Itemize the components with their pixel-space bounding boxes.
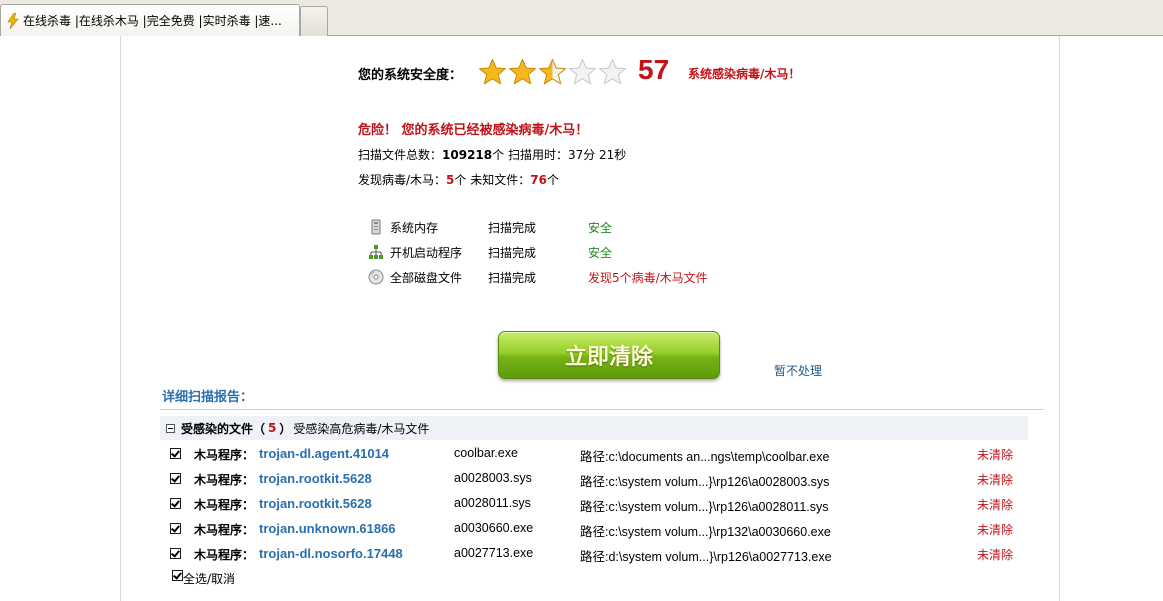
safety-star-rating bbox=[478, 58, 627, 87]
lightning-icon bbox=[7, 12, 19, 29]
content-border-left bbox=[120, 36, 121, 601]
row-checkbox[interactable] bbox=[170, 548, 181, 559]
threat-name[interactable]: trojan-dl.agent.41014 bbox=[259, 446, 389, 461]
scan-item-startup: 开机启动程序 扫描完成 安全 bbox=[368, 242, 788, 262]
scan-item-memory: 系统内存 扫描完成 安全 bbox=[368, 217, 788, 237]
scan-item-name: 开机启动程序 bbox=[390, 245, 463, 260]
threat-label: 木马程序： bbox=[194, 523, 255, 537]
threat-file: a0028003.sys bbox=[454, 471, 532, 485]
startup-icon bbox=[369, 245, 383, 259]
star-icon-empty bbox=[569, 59, 596, 85]
tab-title: 在线杀毒 |在线杀木马 |完全免费 |实时杀毒 |速... bbox=[23, 14, 282, 28]
select-all-checkbox[interactable] bbox=[172, 570, 183, 581]
scan-total-label: 扫描文件总数： bbox=[358, 148, 443, 162]
threat-status: 未清除 bbox=[977, 548, 1014, 562]
content-border-right bbox=[1059, 36, 1060, 601]
threat-file: coolbar.exe bbox=[454, 446, 518, 460]
table-row: 木马程序： trojan.rootkit.5628 a0028011.sys 路… bbox=[170, 495, 1030, 515]
danger-message: 危险！ 您的系统已经被感染病毒/木马！ bbox=[358, 123, 589, 138]
threat-name[interactable]: trojan-dl.nosorfo.17448 bbox=[259, 546, 403, 561]
threat-name[interactable]: trojan.rootkit.5628 bbox=[259, 496, 372, 511]
clean-now-button[interactable]: 立即清除 bbox=[498, 331, 720, 379]
threat-file: a0030660.exe bbox=[454, 521, 534, 535]
new-tab-button[interactable] bbox=[300, 6, 328, 36]
star-shape bbox=[509, 59, 536, 85]
infected-group-header: 受感染的文件（ 5 ） 受感染高危病毒/木马文件 bbox=[160, 416, 1028, 440]
group-label: 受感染的文件（ bbox=[181, 421, 266, 436]
scan-item-result: 安全 bbox=[588, 245, 613, 260]
threat-path: 路径:c:\system volum...}\rp126\a0028011.sy… bbox=[580, 500, 829, 514]
scan-item-disk: 全部磁盘文件 扫描完成 发现5个病毒/木马文件 bbox=[368, 267, 788, 287]
row-checkbox[interactable] bbox=[170, 448, 181, 459]
threat-label: 木马程序： bbox=[194, 548, 255, 562]
scan-item-status: 扫描完成 bbox=[488, 245, 537, 260]
disk-icon bbox=[368, 269, 384, 285]
browser-tab-active[interactable]: 在线杀毒 |在线杀木马 |完全免费 |实时杀毒 |速... bbox=[0, 4, 300, 36]
report-divider bbox=[160, 409, 1044, 410]
row-checkbox[interactable] bbox=[170, 473, 181, 484]
star-icon-full bbox=[509, 59, 536, 85]
threat-path: 路径:c:\documents an...ngs\temp\coolbar.ex… bbox=[580, 450, 830, 464]
infected-message: 系统感染病毒/木马！ bbox=[688, 67, 801, 81]
table-row: 木马程序： trojan.rootkit.5628 a0028003.sys 路… bbox=[170, 470, 1030, 490]
threat-file: a0028011.sys bbox=[454, 496, 531, 510]
star-shape bbox=[539, 59, 566, 85]
threat-label: 木马程序： bbox=[194, 498, 255, 512]
threat-path: 路径:c:\system volum...}\rp132\a0030660.ex… bbox=[580, 525, 831, 539]
scan-item-status: 扫描完成 bbox=[488, 270, 537, 285]
row-checkbox[interactable] bbox=[170, 498, 181, 509]
scan-item-name: 全部磁盘文件 bbox=[390, 270, 463, 285]
star-icon-empty bbox=[599, 59, 626, 85]
star-shape bbox=[569, 59, 596, 85]
report-title: 详细扫描报告： bbox=[162, 390, 254, 405]
threat-name[interactable]: trojan.rootkit.5628 bbox=[259, 471, 372, 486]
found-stats: 发现病毒/木马：5个 未知文件：76个 bbox=[358, 171, 559, 188]
unknown-unit: 个 bbox=[546, 173, 559, 187]
group-close: ） bbox=[279, 421, 292, 436]
select-all-label: 全选/取消 bbox=[183, 572, 236, 586]
star-icon-half bbox=[539, 59, 566, 85]
safety-score: 57 bbox=[638, 54, 670, 85]
scan-item-result: 发现5个病毒/木马文件 bbox=[588, 270, 708, 285]
threat-file: a0027713.exe bbox=[454, 546, 534, 560]
star-shape bbox=[599, 59, 626, 85]
scan-item-result: 安全 bbox=[588, 220, 613, 235]
memory-icon bbox=[371, 219, 381, 235]
threat-path: 路径:d:\system volum...}\rp126\a0027713.ex… bbox=[580, 550, 832, 564]
scan-item-status: 扫描完成 bbox=[488, 220, 537, 235]
threat-status: 未清除 bbox=[977, 498, 1014, 512]
table-row: 木马程序： trojan-dl.nosorfo.17448 a0027713.e… bbox=[170, 545, 1030, 565]
table-row: 木马程序： trojan.unknown.61866 a0030660.exe … bbox=[170, 520, 1030, 540]
threat-status: 未清除 bbox=[977, 448, 1014, 462]
row-checkbox[interactable] bbox=[170, 523, 181, 534]
group-description: 受感染高危病毒/木马文件 bbox=[293, 421, 430, 436]
threat-status: 未清除 bbox=[977, 523, 1014, 537]
group-count: 5 bbox=[268, 421, 277, 435]
found-label: 发现病毒/木马： bbox=[358, 173, 447, 187]
star-icon-full bbox=[479, 59, 506, 85]
scan-total-unit: 个 扫描用时：37分 21秒 bbox=[492, 148, 627, 162]
threat-label: 木马程序： bbox=[194, 473, 255, 487]
unknown-label: 个 未知文件： bbox=[454, 173, 531, 187]
threat-path: 路径:c:\system volum...}\rp126\a0028003.sy… bbox=[580, 475, 830, 489]
safety-label: 您的系统安全度： bbox=[358, 68, 463, 83]
threat-label: 木马程序： bbox=[194, 448, 255, 462]
scan-stats: 扫描文件总数：109218个 扫描用时：37分 21秒 bbox=[358, 146, 626, 163]
star-shape bbox=[479, 59, 506, 85]
unknown-value: 76 bbox=[530, 173, 547, 187]
threat-status: 未清除 bbox=[977, 473, 1014, 487]
browser-tab-bar: 在线杀毒 |在线杀木马 |完全免费 |实时杀毒 |速... bbox=[0, 0, 1163, 36]
threat-name[interactable]: trojan.unknown.61866 bbox=[259, 521, 396, 536]
scan-total-value: 109218 bbox=[442, 148, 493, 162]
scan-item-name: 系统内存 bbox=[390, 220, 439, 235]
skip-link[interactable]: 暂不处理 bbox=[774, 362, 822, 379]
table-row: 木马程序： trojan-dl.agent.41014 coolbar.exe … bbox=[170, 445, 1030, 465]
collapse-icon[interactable] bbox=[166, 423, 175, 433]
